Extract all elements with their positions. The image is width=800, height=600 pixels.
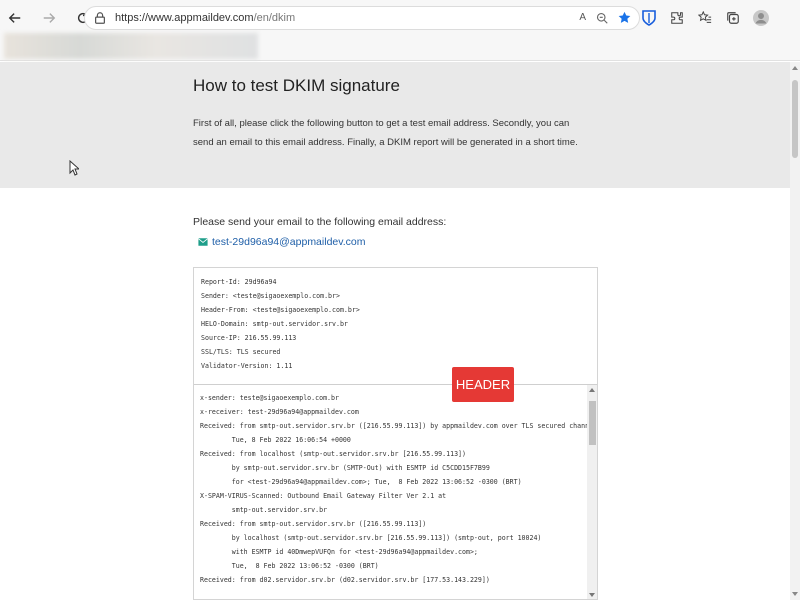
report-line: Header-From: <teste@sigaoexemplo.com.br> [201,306,360,314]
report-summary: Report-Id: 29d96a94 Sender: <teste@sigaoe… [194,268,597,385]
extensions-icon[interactable] [668,9,686,27]
collections-icon[interactable] [724,9,742,27]
dkim-report: Report-Id: 29d96a94 Sender: <teste@sigaoe… [193,267,598,600]
profile-avatar[interactable] [752,9,770,27]
header-badge: HEADER [452,367,514,402]
zoom-icon[interactable] [596,12,608,24]
scroll-up-arrow[interactable] [589,388,595,392]
back-icon[interactable] [4,7,26,29]
page-scrollbar[interactable] [790,62,800,600]
report-line: Report-Id: 29d96a94 [201,278,277,286]
page-scroll-thumb[interactable] [792,80,798,158]
header-line: Received: from localhost (smtp-out.servi… [200,450,466,458]
page-title: How to test DKIM signature [193,76,400,95]
header-line: for <test-29d96a94@appmaildev.com>; Tue,… [200,478,522,486]
test-email-link[interactable]: test-29d96a94@appmaildev.com [198,236,365,248]
header-line: Received: from smtp-out.servidor.srv.br … [200,422,587,430]
report-line: Source-IP: 216.55.99.113 [201,334,297,342]
header-line: with ESMTP id 40DmwepVUFQn for <test-29d… [200,548,478,556]
header-line: x-sender: teste@sigaoexemplo.com.br [200,394,339,402]
header-line: Tue, 8 Feb 2022 16:06:54 +0000 [200,436,351,444]
headers-scrollbar[interactable] [587,385,597,599]
report-line: Sender: <teste@sigaoexemplo.com.br> [201,292,340,300]
send-instruction: Please send your email to the following … [193,216,447,228]
report-line: Validator-Version: 1.11 [201,362,293,370]
header-line: Tue, 8 Feb 2022 13:06:52 -0300 (BRT) [200,562,379,570]
page-content: How to test DKIM signature First of all,… [0,62,790,600]
bitwarden-icon[interactable] [640,9,658,27]
page-scroll-down-arrow[interactable] [792,592,798,596]
lock-icon[interactable] [93,11,107,25]
scroll-down-arrow[interactable] [589,593,595,597]
scroll-thumb[interactable] [589,401,596,445]
forward-icon[interactable] [38,7,60,29]
hero-section: How to test DKIM signature First of all,… [0,62,790,188]
read-aloud-icon[interactable]: A [579,12,586,23]
mail-icon [198,238,208,246]
favorites-icon[interactable] [696,9,714,27]
header-line: by smtp-out.servidor.srv.br (SMTP-Out) w… [200,464,490,472]
header-line: Received: from d02.servidor.srv.br (d02.… [200,576,490,584]
address-bar[interactable]: https://www.appmaildev.com/en/dkim A [84,6,640,30]
blurred-bookmarks [4,33,258,59]
header-line: x-receiver: test-29d96a94@appmaildev.com [200,408,359,416]
report-line: SSL/TLS: TLS secured [201,348,281,356]
favorite-star-icon[interactable] [618,11,631,24]
page-scroll-up-arrow[interactable] [792,66,798,70]
email-headers-textarea[interactable]: x-sender: teste@sigaoexemplo.com.br x-rec… [194,385,587,599]
page-description: First of all, please click the following… [193,118,578,148]
test-email-address[interactable]: test-29d96a94@appmaildev.com [212,236,365,248]
mouse-cursor-icon [69,160,79,176]
header-line: X-SPAM-VIRUS-Scanned: Outbound Email Gat… [200,492,447,500]
report-line: HELO-Domain: smtp-out.servidor.srv.br [201,320,348,328]
header-line: Received: from smtp-out.servidor.srv.br … [200,520,427,528]
url-text[interactable]: https://www.appmaildev.com/en/dkim [115,12,295,24]
header-line: by localhost (smtp-out.servidor.srv.br [… [200,534,542,542]
header-line: smtp-out.servidor.srv.br [200,506,328,514]
